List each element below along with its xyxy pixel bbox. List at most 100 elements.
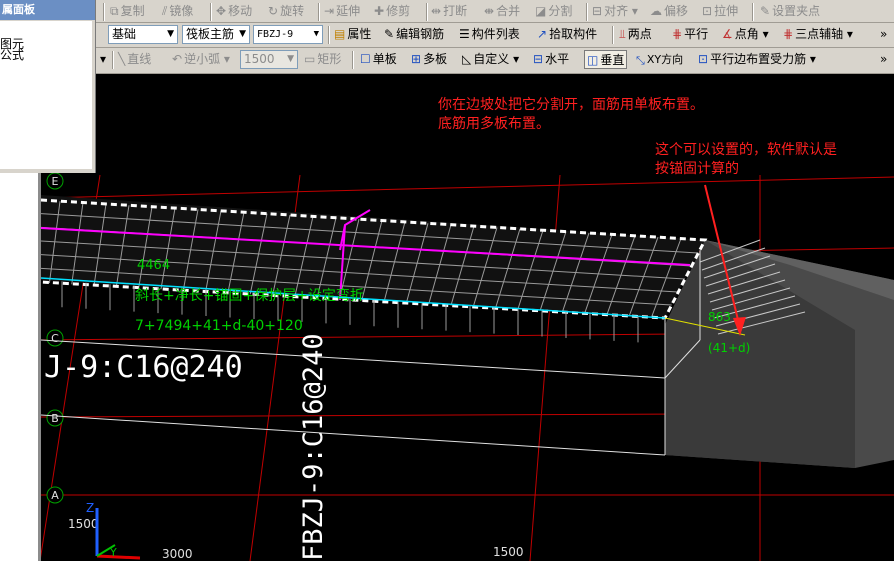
radius-value: 1500 <box>244 52 275 66</box>
two-point-button[interactable]: ⫫ 两点 <box>619 25 652 44</box>
extend-icon: ⇥ <box>324 4 335 18</box>
chevron-down-icon: ▾ <box>628 4 638 18</box>
copy-button[interactable]: ⧉ 复制 <box>110 2 145 21</box>
parallel-label: 平行 <box>684 27 709 41</box>
offset-button[interactable]: ☁ 偏移 <box>650 2 688 21</box>
formula-value: 7+7494+41+d-40+120 <box>135 318 303 334</box>
custom-button[interactable]: ◺ 自定义 ▾ <box>462 50 519 69</box>
point-angle-button[interactable]: ∡ 点角 ▾ <box>722 25 769 44</box>
properties-panel[interactable]: 属面板 图元 公式 <box>0 0 96 173</box>
single-slab-label: 单板 <box>372 52 397 66</box>
line-icon: ╲ <box>118 52 126 66</box>
trim-icon: ✚ <box>374 4 385 18</box>
parallel-icon: ⋕ <box>672 27 683 41</box>
custom-icon: ◺ <box>462 52 472 66</box>
toolbar-more-button[interactable]: » <box>880 50 887 69</box>
parallel-edge-icon: ⊡ <box>698 52 709 66</box>
single-slab-icon: ☐ <box>360 52 371 66</box>
chevron-down-icon: ▾ <box>843 27 853 41</box>
component-toolbar: 基础 ▼ 筏板主筋 ▼ FBZJ-9 ▼ ▤ 属性 ✎ 编辑钢筋 ☰ 构件列表 ↗ 拾取构件 … <box>0 23 894 48</box>
chevron-down-icon: ▾ <box>758 27 769 41</box>
line-button[interactable]: ╲ 直线 <box>118 50 151 69</box>
dim-1500-bottom: 1500 <box>493 545 524 559</box>
z-axis-label: Z <box>86 501 94 515</box>
copy-icon: ⧉ <box>110 4 119 18</box>
trim-button[interactable]: ✚ 修剪 <box>374 2 410 21</box>
move-icon: ✥ <box>216 4 227 18</box>
mirror-icon: ⫽ <box>162 4 168 18</box>
properties-label: 属性 <box>347 27 372 41</box>
toolbar-more-button[interactable]: » <box>880 25 887 44</box>
slope-formula: (41+d) <box>708 341 750 355</box>
trim-label: 修剪 <box>386 4 411 18</box>
pick-component-button[interactable]: ↗ 拾取构件 <box>537 25 597 44</box>
multi-slab-label: 多板 <box>423 52 448 66</box>
draw-toolbar: ▾ ╲ 直线 ↶ 逆小弧 ▾ 1500 ▼ ▭ 矩形 ☐ 单板 ⊞ 多板 ◺ 自定义 ▾ ⊟ 水… <box>0 48 894 74</box>
vertical-icon: ◫ <box>587 53 599 67</box>
multi-slab-button[interactable]: ⊞ 多板 <box>411 50 447 69</box>
axis-label-c: C <box>51 332 59 345</box>
three-point-icon: ⋕ <box>783 27 794 41</box>
line-label: 直线 <box>127 52 152 66</box>
merge-button[interactable]: ⇼ 合并 <box>484 2 520 21</box>
annotation-note-2: 这个可以设置的，软件默认是 按锚固计算的 <box>655 141 837 179</box>
split-button[interactable]: ◪ 分割 <box>535 2 572 21</box>
extend-button[interactable]: ⇥ 延伸 <box>324 2 360 21</box>
rotate-button[interactable]: ↻ 旋转 <box>268 2 304 21</box>
component-list-button[interactable]: ☰ 构件列表 <box>459 25 520 44</box>
component-type-select[interactable]: 筏板主筋 ▼ <box>182 25 250 44</box>
floor-value: 基础 <box>112 27 137 41</box>
floor-select[interactable]: 基础 ▼ <box>108 25 178 44</box>
parallel-edge-label: 平行边布置受力筋 <box>710 52 807 66</box>
point-angle-icon: ∡ <box>722 27 733 41</box>
left-sidebar-strip <box>0 173 41 561</box>
mirror-label: 镜像 <box>169 4 194 18</box>
edit-rebar-button[interactable]: ✎ 编辑钢筋 <box>384 25 444 44</box>
extend-label: 延伸 <box>336 4 361 18</box>
draw-dropdown-arrow[interactable]: ▾ <box>100 50 106 69</box>
slope-block[interactable] <box>665 240 894 468</box>
merge-label: 合并 <box>496 4 521 18</box>
break-button[interactable]: ⇹ 打断 <box>431 2 467 21</box>
stretch-icon: ⊡ <box>702 4 713 18</box>
arc-button[interactable]: ↶ 逆小弧 ▾ <box>172 50 230 69</box>
edit-toolbar: ⧉ 复制 ⫽ 镜像 ✥ 移动 ↻ 旋转 ⇥ 延伸 ✚ 修剪 ⇹ 打断 ⇼ 合并 ◪ 分割 ⊟ 对齐 … <box>0 0 894 23</box>
pick-component-label: 拾取构件 <box>549 27 598 41</box>
move-button[interactable]: ✥ 移动 <box>216 2 252 21</box>
vertical-label: 垂直 <box>600 53 625 67</box>
dim-3000: 3000 <box>162 547 193 561</box>
set-grip-button[interactable]: ✎ 设置夹点 <box>760 2 820 21</box>
rect-button[interactable]: ▭ 矩形 <box>304 50 341 69</box>
list-icon: ☰ <box>459 27 470 41</box>
panel-title[interactable]: 属面板 <box>0 0 95 20</box>
axis-label-b: B <box>51 412 59 425</box>
parallel-edge-button[interactable]: ⊡ 平行边布置受力筋 ▾ <box>698 50 816 69</box>
y-axis-label: Y <box>109 546 117 559</box>
chevron-down-icon: ▼ <box>239 29 246 39</box>
slope-value: 863 <box>708 310 731 324</box>
single-slab-button[interactable]: ☐ 单板 <box>360 50 397 69</box>
parallel-button[interactable]: ⋕ 平行 <box>672 25 708 44</box>
point-angle-label: 点角 <box>734 27 759 41</box>
align-button[interactable]: ⊟ 对齐 ▾ <box>592 2 638 21</box>
radius-input[interactable]: 1500 ▼ <box>240 50 298 69</box>
pick-icon: ↗ <box>537 27 548 41</box>
split-label: 分割 <box>548 4 573 18</box>
annotation-line: 这个可以设置的，软件默认是 <box>655 142 837 158</box>
break-label: 打断 <box>443 4 468 18</box>
stretch-button[interactable]: ⊡ 拉伸 <box>702 2 738 21</box>
xy-direction-button[interactable]: ⤡ XY方向 <box>636 50 683 69</box>
properties-button[interactable]: ▤ 属性 <box>334 25 371 44</box>
annotation-line: 底筋用多板布置。 <box>438 116 550 132</box>
vertical-button[interactable]: ◫ 垂直 <box>584 50 628 69</box>
component-name-select[interactable]: FBZJ-9 ▼ <box>253 25 323 44</box>
align-icon: ⊟ <box>592 4 603 18</box>
horizontal-button[interactable]: ⊟ 水平 <box>533 50 569 69</box>
three-point-aux-label: 三点辅轴 <box>795 27 844 41</box>
panel-item[interactable]: 公式 <box>0 49 24 61</box>
three-point-aux-button[interactable]: ⋕ 三点辅轴 ▾ <box>783 25 853 44</box>
chevron-down-icon: ▾ <box>220 52 230 66</box>
properties-icon: ▤ <box>334 27 346 41</box>
length-value: 4464 <box>137 258 170 273</box>
mirror-button[interactable]: ⫽ 镜像 <box>162 2 193 21</box>
